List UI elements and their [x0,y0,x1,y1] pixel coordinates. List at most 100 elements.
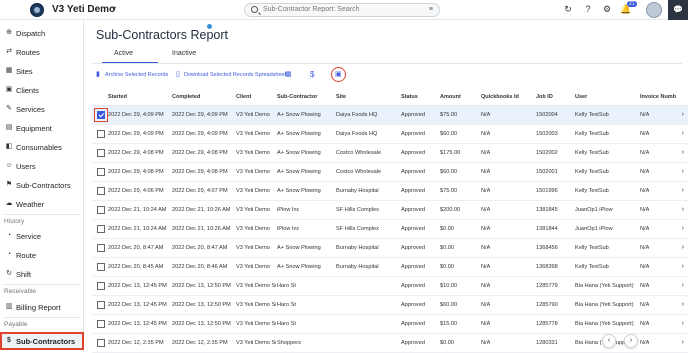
sidebar-item-users[interactable]: ☺ Users [0,157,84,175]
column-header[interactable]: Invoice Numb [640,94,676,100]
table-cell: $0.00 [440,340,454,346]
table-cell: V3 Yeti Demo [236,169,270,175]
app-title[interactable]: V3 Yeti Demo [52,4,115,15]
table-row[interactable]: 2022 Dec 29, 4:06 PM 2022 Dec 29, 4:07 PM… [92,182,688,201]
spreadsheet-icon[interactable]: ▦ [285,70,292,78]
table-cell: A+ Snow Plowing [277,169,321,175]
dollar-icon[interactable]: $ [310,70,314,79]
row-checkbox[interactable] [97,339,105,347]
table-row[interactable]: 2022 Dec 13, 12:45 PM 2022 Dec 13, 12:50 … [92,296,688,315]
column-header[interactable]: Completed [172,94,200,100]
table-row[interactable]: 2022 Dec 29, 4:09 PM 2022 Dec 29, 4:09 PM… [92,106,688,125]
scroll-right-button[interactable]: › [624,334,638,348]
table-row[interactable]: 2022 Dec 12, 2:35 PM 2022 Dec 12, 2:35 PM… [92,334,688,353]
chevron-right-icon[interactable]: › [682,206,684,213]
chevron-right-icon[interactable]: › [682,130,684,137]
column-header[interactable]: Site [336,94,346,100]
sidebar-item-label: Clients [16,86,39,95]
sidebar-item-services[interactable]: ✎ Services [0,100,84,118]
chevron-right-icon[interactable]: › [682,187,684,194]
column-header[interactable]: Client [236,94,251,100]
column-header[interactable]: Amount [440,94,461,100]
column-header[interactable]: Started [108,94,127,100]
sidebar-item-service-history[interactable]: ◔ Service [0,227,84,245]
filter-icon[interactable]: ≡ [429,6,433,13]
column-header[interactable]: Job ID [536,94,553,100]
table-row[interactable]: 2022 Dec 29, 4:08 PM 2022 Dec 29, 4:08 PM… [92,163,688,182]
row-checkbox[interactable] [97,320,105,328]
chevron-right-icon[interactable]: › [682,263,684,270]
tab-inactive[interactable]: Inactive [172,50,196,57]
chevron-right-icon[interactable]: › [682,225,684,232]
avatar[interactable] [646,2,662,18]
row-checkbox[interactable] [97,282,105,290]
sidebar-item-sub-contractors[interactable]: ⚑ Sub-Contractors [0,176,84,194]
column-header[interactable]: Sub-Contractor [277,94,317,100]
row-checkbox[interactable] [97,130,105,138]
chevron-down-icon[interactable]: ▾ [112,4,116,13]
sidebar-item-consumables[interactable]: ◧ Consumables [0,138,84,156]
sidebar-item-dispatch[interactable]: ⊕ Dispatch [0,24,84,42]
row-checkbox[interactable] [97,206,105,214]
table-cell: 1368398 [536,264,558,270]
table-cell: V3 Yeti Demo [236,131,270,137]
row-checkbox[interactable] [97,244,105,252]
row-checkbox[interactable] [97,187,105,195]
table-cell: A+ Snow Plowing [277,245,321,251]
table-row[interactable]: 2022 Dec 13, 12:45 PM 2022 Dec 13, 12:50 … [92,277,688,296]
row-checkbox[interactable] [97,168,105,176]
table-row[interactable]: 2022 Dec 20, 8:45 AM 2022 Dec 20, 8:46 AM… [92,258,688,277]
table-cell: Approved [401,112,425,118]
table-row[interactable]: 2022 Dec 29, 4:09 PM 2022 Dec 29, 4:09 PM… [92,125,688,144]
table-row[interactable]: 2022 Dec 21, 10:24 AM 2022 Dec 21, 10:26 … [92,201,688,220]
chevron-right-icon[interactable]: › [682,301,684,308]
help-icon[interactable]: ? [582,4,594,14]
sidebar-item-equipment[interactable]: ▤ Equipment [0,119,84,137]
table-cell: 2022 Dec 21, 10:24 AM [108,207,167,213]
sidebar-item-route-history[interactable]: ◔ Route [0,246,84,264]
table-row[interactable]: 2022 Dec 13, 12:45 PM 2022 Dec 13, 12:50 … [92,315,688,334]
column-header[interactable]: Status [401,94,418,100]
chevron-right-icon[interactable]: › [682,320,684,327]
sidebar-item-payable-sub-contractors[interactable]: $ Sub-Contractors [0,332,84,350]
table-row[interactable]: 2022 Dec 29, 4:08 PM 2022 Dec 29, 4:08 PM… [92,144,688,163]
table-cell: V3 Yeti Demo [236,207,270,213]
download-spreadsheet-button[interactable]: Download Selected Records Spreadsheet [184,72,286,78]
divider [4,317,80,318]
refresh-icon[interactable]: ↻ [562,4,574,15]
table-cell: Bia Hana (Yeti Support) [575,283,634,289]
info-icon[interactable] [207,24,212,29]
chevron-right-icon[interactable]: › [682,244,684,251]
row-checkbox[interactable] [97,263,105,271]
sidebar-item-shift-history[interactable]: ↻ Shift [0,265,84,283]
sidebar-item-billing-report[interactable]: ▥ Billing Report [0,298,84,316]
chevron-right-icon[interactable]: › [682,111,684,118]
chevron-right-icon[interactable]: › [682,149,684,156]
chat-button[interactable]: 💬 [668,0,688,20]
row-checkbox[interactable] [97,149,105,157]
table-cell: $0.00 [440,245,454,251]
chevron-right-icon[interactable]: › [682,168,684,175]
app-logo[interactable] [30,3,44,17]
chevron-right-icon[interactable]: › [682,282,684,289]
column-header[interactable]: Quickbooks Id [481,94,519,100]
sidebar-item-sites[interactable]: ▦ Sites [0,62,84,80]
sidebar-item-clients[interactable]: ▣ Clients [0,81,84,99]
sidebar-item-label: Sites [16,67,33,76]
sidebar-item-label: Billing Report [16,303,61,312]
row-checkbox[interactable] [97,301,105,309]
sidebar-item-routes[interactable]: ⇄ Routes [0,43,84,61]
chevron-right-icon[interactable]: › [682,339,684,346]
search-input[interactable]: Sub-Contractor Report: Search ≡ [244,3,440,17]
row-checkbox[interactable] [97,225,105,233]
table-cell: 1502004 [536,112,558,118]
archive-selected-button[interactable]: Archive Selected Records [105,72,168,78]
gear-icon[interactable]: ⚙ [601,4,613,15]
sidebar-item-weather[interactable]: ☁ Weather [0,195,84,213]
scroll-left-button[interactable]: ‹ [602,334,616,348]
table-row[interactable]: 2022 Dec 20, 8:47 AM 2022 Dec 20, 8:47 AM… [92,239,688,258]
tab-active[interactable]: Active [114,50,133,57]
table-cell: N/A [640,245,650,251]
table-row[interactable]: 2022 Dec 21, 10:24 AM 2022 Dec 21, 10:26 … [92,220,688,239]
column-header[interactable]: User [575,94,587,100]
